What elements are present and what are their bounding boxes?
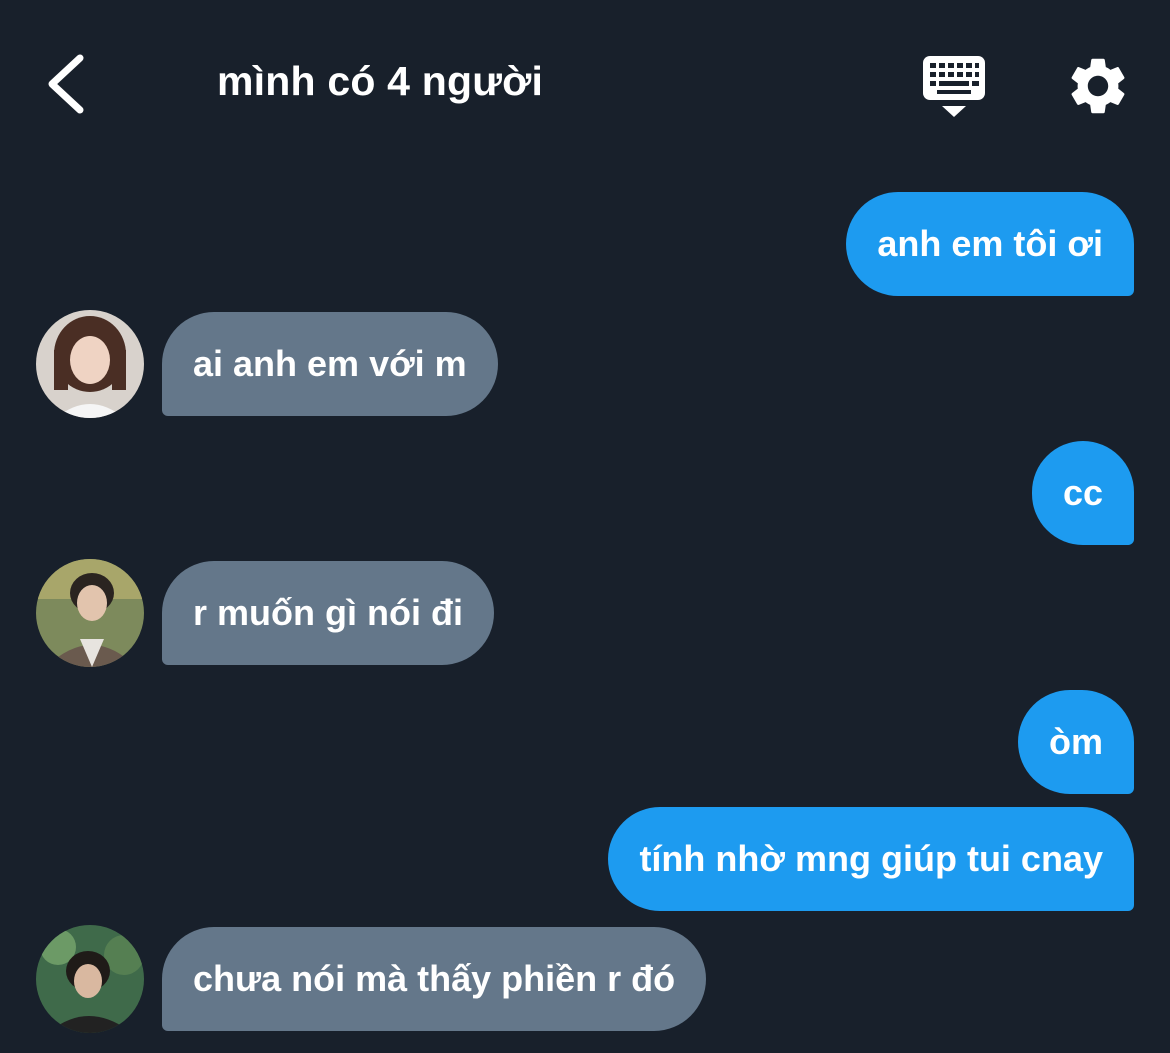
incoming-message[interactable]: chưa nói mà thấy phiền r đó xyxy=(162,927,707,1031)
avatar[interactable] xyxy=(36,925,144,1033)
chat-title: mình có 4 người xyxy=(217,58,544,104)
avatar[interactable] xyxy=(36,310,144,418)
keyboard-button[interactable] xyxy=(920,52,988,120)
outgoing-message[interactable]: tính nhờ mng giúp tui cnay xyxy=(608,807,1134,911)
outgoing-message[interactable]: òm xyxy=(1018,690,1134,794)
outgoing-message[interactable]: cc xyxy=(1031,441,1134,545)
chat-header: mình có 4 người xyxy=(0,0,1170,170)
incoming-message[interactable]: ai anh em với m xyxy=(162,312,498,416)
avatar[interactable] xyxy=(36,559,144,667)
chevron-left-icon xyxy=(48,54,84,114)
settings-button[interactable] xyxy=(1064,52,1132,120)
back-button[interactable] xyxy=(40,50,96,118)
outgoing-message[interactable]: anh em tôi ơi xyxy=(846,192,1134,296)
gear-icon xyxy=(1071,58,1125,114)
keyboard-icon xyxy=(923,56,985,117)
incoming-message[interactable]: r muốn gì nói đi xyxy=(162,561,494,665)
